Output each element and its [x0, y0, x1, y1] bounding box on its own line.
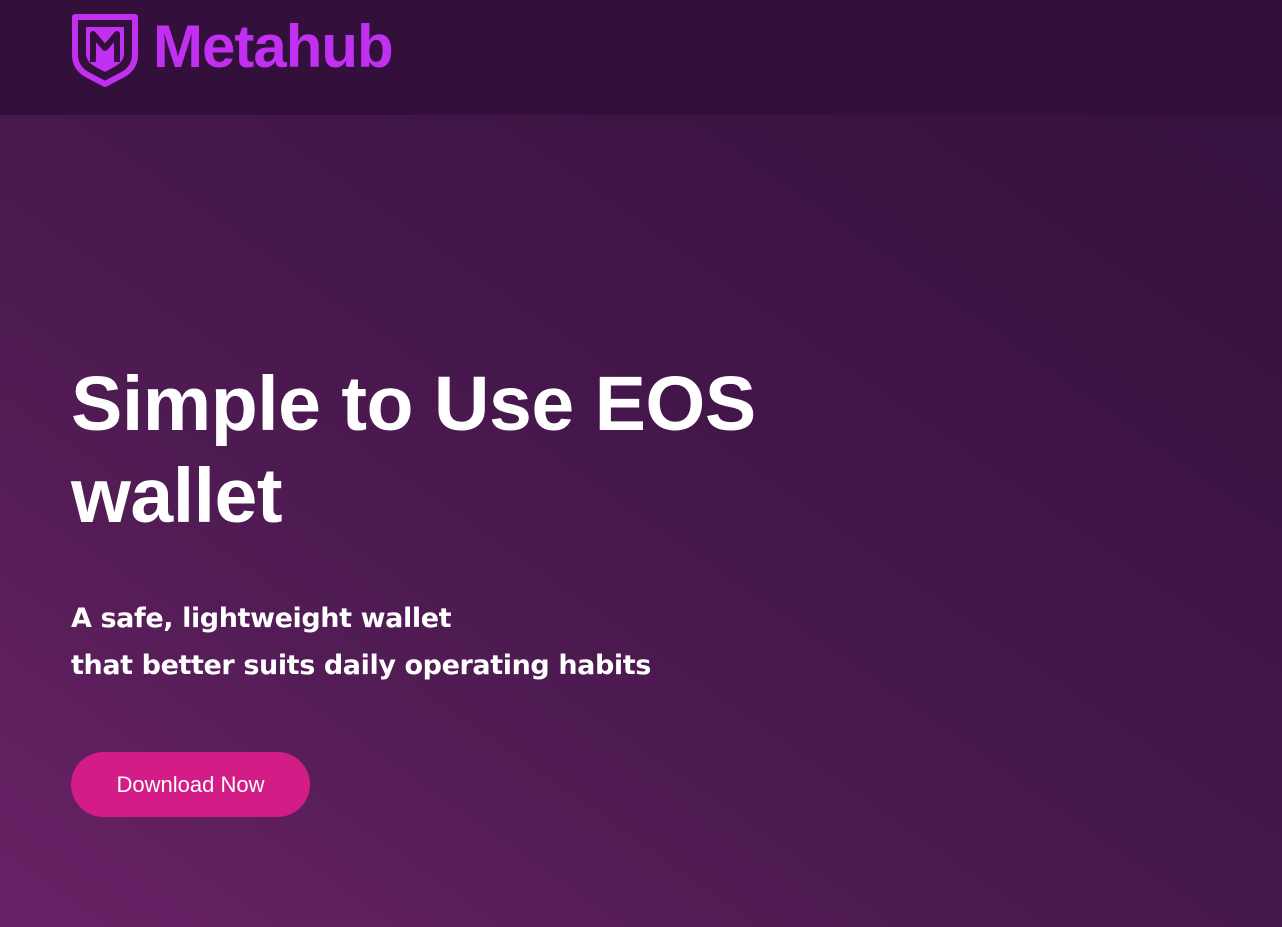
download-now-button[interactable]: Download Now — [71, 752, 310, 817]
brand-name: Metahub — [153, 13, 394, 80]
hero-subtitle: A safe, lightweight wallet that better s… — [71, 595, 651, 689]
site-header: Metahub — [0, 0, 1282, 115]
hero-subtitle-line-2: that better suits daily operating habits — [71, 650, 651, 681]
brand-logo[interactable]: Metahub — [69, 10, 394, 88]
hero-title: Simple to Use EOS wallet — [71, 361, 756, 539]
landing-page: Metahub Simple to Use EOS wallet A safe,… — [0, 0, 1282, 927]
shield-m-icon — [72, 14, 138, 87]
hero-section: Simple to Use EOS wallet A safe, lightwe… — [71, 358, 971, 681]
hero-subtitle-line-1: A safe, lightweight wallet — [71, 603, 452, 634]
